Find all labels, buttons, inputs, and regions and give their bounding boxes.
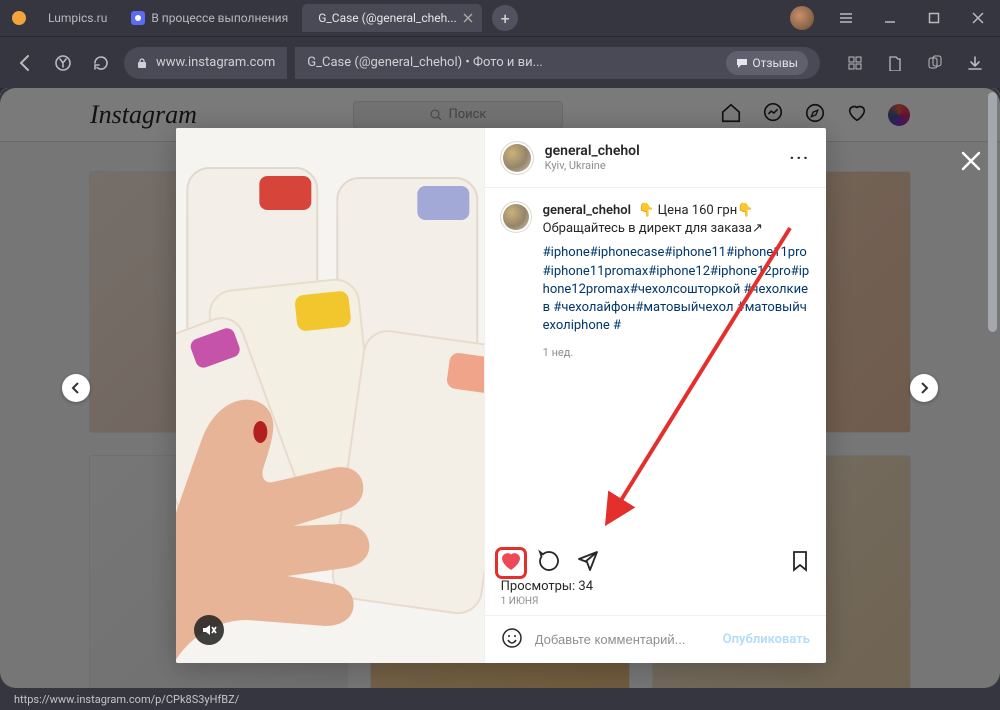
- comment-icon: [537, 549, 561, 573]
- minimize-button[interactable]: [868, 0, 912, 36]
- profile-avatar[interactable]: [790, 6, 814, 30]
- url-host-field[interactable]: www.instagram.com: [124, 47, 287, 79]
- like-button-highlight: [495, 547, 527, 579]
- save-button[interactable]: [788, 549, 812, 577]
- comment-button[interactable]: [537, 549, 561, 577]
- page-viewport: Instagram Поиск: [0, 88, 1000, 688]
- author-location[interactable]: Kyiv, Ukraine: [545, 159, 640, 172]
- collections-button[interactable]: [920, 48, 950, 78]
- post-video-frame: [176, 128, 484, 663]
- caption-username[interactable]: general_chehol: [543, 203, 631, 218]
- yandex-home-button[interactable]: [48, 48, 78, 78]
- bookmark-button[interactable]: [880, 48, 910, 78]
- address-bar: www.instagram.com G_Case (@general_cheho…: [0, 36, 1000, 88]
- author-username[interactable]: general_chehol: [545, 143, 640, 159]
- caption-timeago: 1 нед.: [543, 345, 810, 360]
- url-title-field[interactable]: G_Case (@general_chehol) • Фото и ви... …: [295, 47, 820, 79]
- close-modal-button[interactable]: [960, 150, 982, 176]
- bookmark-icon: [788, 549, 812, 573]
- post-actions: [485, 545, 826, 577]
- tab-instagram-active[interactable]: G_Case (@general_cheh...: [302, 4, 482, 32]
- favicon-icon: [131, 11, 145, 25]
- comment-icon: [736, 57, 748, 69]
- tab-label: В процессе выполнения: [151, 11, 288, 25]
- heart-filled-icon: [499, 549, 523, 573]
- reviews-label: Отзывы: [752, 56, 798, 70]
- post-more-button[interactable]: ···: [790, 148, 810, 167]
- back-button[interactable]: [10, 48, 40, 78]
- author-block: general_chehol Kyiv, Ukraine: [545, 143, 640, 172]
- url-host-text: www.instagram.com: [156, 55, 275, 70]
- close-window-button[interactable]: [956, 0, 1000, 36]
- share-icon: [575, 549, 599, 573]
- smile-icon: [501, 627, 523, 649]
- caption-hashtags[interactable]: #iphone#iphonecase#iphone11#iphone11pro#…: [543, 244, 810, 335]
- menu-button[interactable]: [824, 0, 868, 36]
- publish-button[interactable]: Опубликовать: [723, 632, 810, 647]
- scrollbar-thumb[interactable]: [988, 92, 997, 332]
- lock-icon: [136, 57, 148, 69]
- prev-post-button[interactable]: [62, 374, 90, 402]
- caption-avatar[interactable]: [501, 202, 531, 232]
- tab-lumpics[interactable]: Lumpics.ru: [38, 4, 117, 32]
- mute-button[interactable]: [194, 615, 224, 645]
- caption-text: general_chehol 👇 Цена 160 грн👇 Обращайте…: [543, 202, 810, 361]
- post-sidebar: general_chehol Kyiv, Ukraine ··· general…: [484, 128, 826, 663]
- app-icon: [12, 11, 26, 25]
- post-modal: general_chehol Kyiv, Ukraine ··· general…: [176, 128, 826, 663]
- comment-row: Опубликовать: [485, 615, 826, 663]
- next-post-button[interactable]: [910, 374, 938, 402]
- reviews-pill[interactable]: Отзывы: [726, 51, 808, 75]
- reload-button[interactable]: [86, 48, 116, 78]
- emoji-button[interactable]: [501, 627, 523, 653]
- views-label: Просмотры:: [501, 579, 576, 594]
- post-header: general_chehol Kyiv, Ukraine ···: [485, 128, 826, 188]
- like-button[interactable]: [499, 549, 523, 577]
- close-tab-icon[interactable]: [463, 11, 473, 25]
- status-bar: https://www.instagram.com/p/CPk8S3yHfBZ/: [0, 688, 1000, 710]
- tab-progress[interactable]: В процессе выполнения: [121, 4, 298, 32]
- browser-titlebar: Lumpics.ru В процессе выполнения G_Case …: [0, 0, 1000, 36]
- url-title-text: G_Case (@general_chehol) • Фото и ви...: [307, 55, 543, 70]
- window-controls: [790, 0, 1000, 36]
- extensions-button[interactable]: [840, 48, 870, 78]
- post-caption-area: general_chehol 👇 Цена 160 грн👇 Обращайте…: [485, 188, 826, 545]
- post-date: 1 июня: [485, 596, 826, 615]
- tab-label: Lumpics.ru: [48, 11, 107, 25]
- comment-input[interactable]: [535, 632, 711, 647]
- new-tab-button[interactable]: +: [492, 5, 518, 31]
- post-media[interactable]: [176, 128, 484, 663]
- downloads-button[interactable]: [960, 48, 990, 78]
- views-line[interactable]: Просмотры: 34: [485, 577, 826, 596]
- tab-label: G_Case (@general_cheh...: [318, 11, 456, 25]
- views-count: 34: [578, 579, 593, 594]
- share-button[interactable]: [575, 549, 599, 577]
- status-url: https://www.instagram.com/p/CPk8S3yHfBZ/: [14, 693, 239, 706]
- maximize-button[interactable]: [912, 0, 956, 36]
- toolbar-right: [840, 48, 990, 78]
- author-avatar[interactable]: [501, 142, 533, 174]
